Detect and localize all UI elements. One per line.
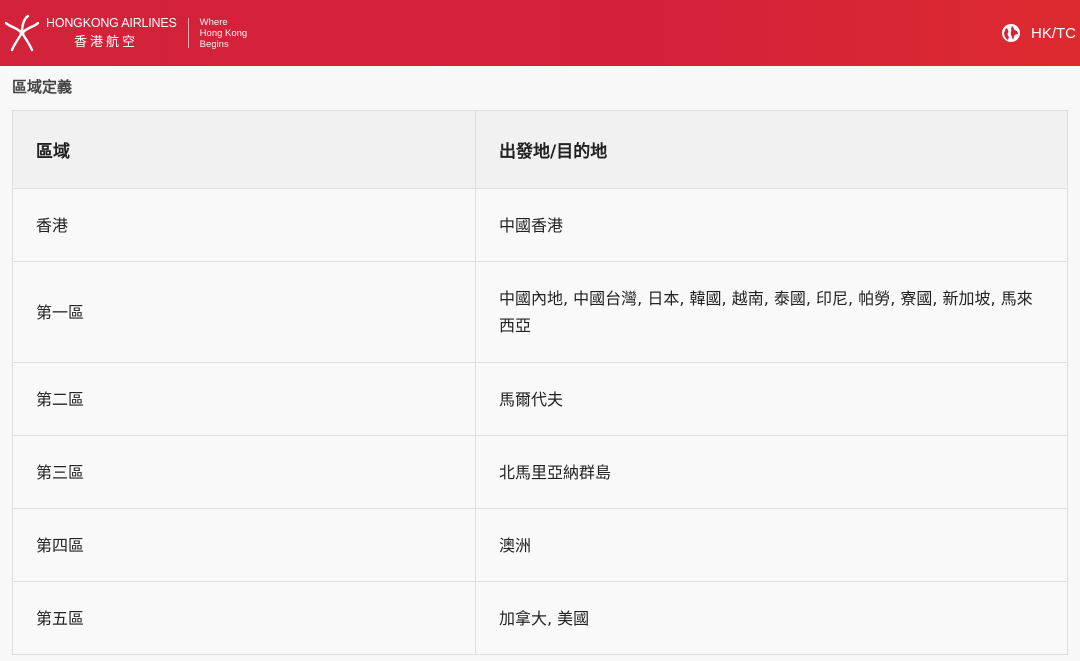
region-cell: 香港 <box>12 188 476 262</box>
column-header-destination: 出發地/目的地 <box>475 110 1068 189</box>
column-header-region: 區域 <box>12 110 476 189</box>
tagline-line-1: Where <box>199 16 228 28</box>
destination-cell: 中國香港 <box>475 188 1068 262</box>
destination-cell: 中國內地, 中國台灣, 日本, 韓國, 越南, 泰國, 印尼, 帕勞, 寮國, … <box>475 261 1068 363</box>
brand-name-english: HONGKONG AIRLINES <box>46 16 177 31</box>
table-row: 第二區 馬爾代夫 <box>12 362 1068 436</box>
tagline-line-2: Hong Kong <box>199 27 248 39</box>
tagline: Where Hong Kong Begins <box>200 17 248 50</box>
section-title: 區域定義 <box>12 78 73 96</box>
table-row: 第三區 北馬里亞納群島 <box>12 435 1068 509</box>
table-row: 香港 中國香港 <box>12 188 1068 262</box>
region-cell: 第二區 <box>12 362 476 436</box>
region-cell: 第一區 <box>12 261 476 363</box>
region-cell: 第四區 <box>12 508 476 582</box>
tagline-line-3: Begins <box>199 38 229 50</box>
table-row: 第四區 澳洲 <box>12 508 1068 582</box>
top-navigation-bar: HONGKONG AIRLINES 香港航空 Where Hong Kong B… <box>0 0 1080 66</box>
brand-logo[interactable]: HONGKONG AIRLINES 香港航空 Where Hong Kong B… <box>0 13 247 53</box>
globe-icon <box>1002 24 1020 42</box>
table-row: 第一區 中國內地, 中國台灣, 日本, 韓國, 越南, 泰國, 印尼, 帕勞, … <box>12 261 1068 363</box>
brand-divider <box>187 18 189 48</box>
destination-cell: 馬爾代夫 <box>475 362 1068 436</box>
region-table-container: 區域 出發地/目的地 香港 中國香港 第一區 中國內地, 中國台灣, 日本, 韓… <box>12 110 1068 655</box>
region-definition-table: 區域 出發地/目的地 香港 中國香港 第一區 中國內地, 中國台灣, 日本, 韓… <box>12 110 1068 655</box>
language-switcher[interactable]: HK/TC <box>1001 23 1080 43</box>
brand-name-chinese: 香港航空 <box>74 34 139 50</box>
table-row: 第五區 加拿大, 美國 <box>12 581 1068 655</box>
destination-cell: 北馬里亞納群島 <box>475 435 1068 509</box>
region-cell: 第三區 <box>12 435 476 509</box>
destination-cell: 澳洲 <box>475 508 1068 582</box>
destination-cell: 加拿大, 美國 <box>475 581 1068 655</box>
table-header-row: 區域 出發地/目的地 <box>12 110 1068 189</box>
region-cell: 第五區 <box>12 581 476 655</box>
locale-label: HK/TC <box>1031 24 1076 42</box>
bauhinia-logo-icon <box>4 14 40 52</box>
